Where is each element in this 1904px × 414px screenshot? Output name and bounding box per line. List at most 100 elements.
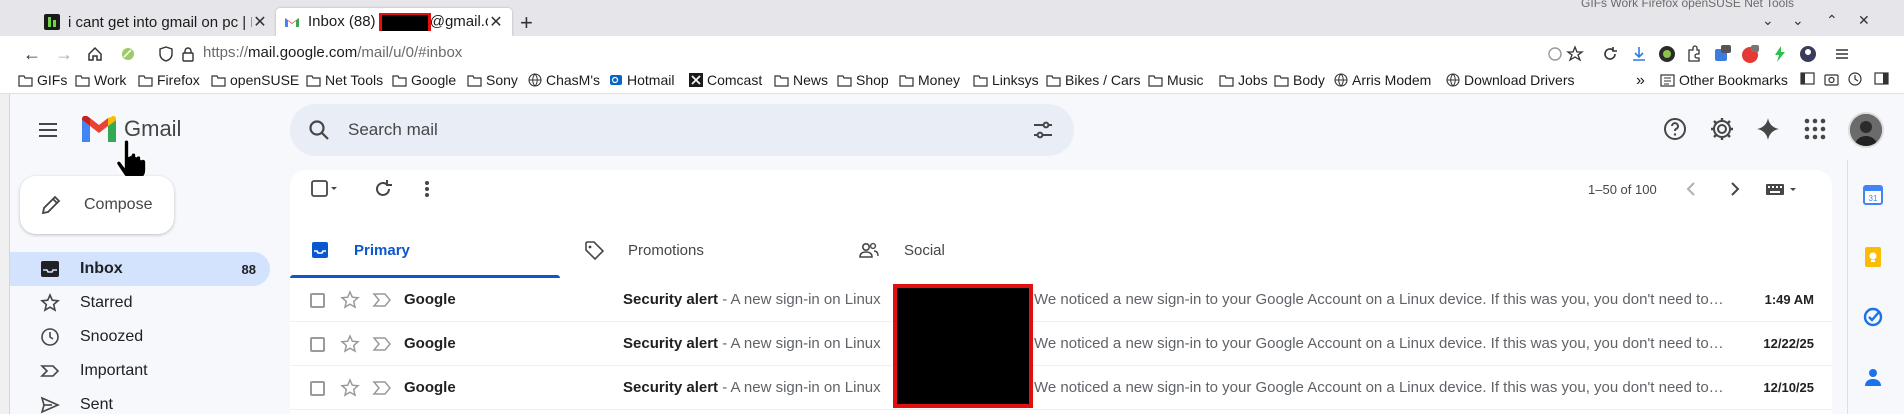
redacted-email [378, 13, 431, 31]
email-subject: Security alert - A new sign-in on Linux [623, 291, 881, 308]
tasks-icon[interactable] [1862, 306, 1884, 328]
url-bar[interactable]: https://mail.google.com/mail/u/0/#inbox [203, 44, 462, 61]
screenshot-icon[interactable] [1824, 72, 1843, 86]
search-icon[interactable] [308, 119, 330, 141]
sidebar-item-inbox[interactable]: Inbox 88 [10, 252, 270, 286]
minimize-icon[interactable]: ⌄ [1792, 12, 1804, 29]
adblock-icon[interactable] [1741, 45, 1759, 63]
bookmark-star-icon[interactable] [1566, 45, 1584, 63]
tab-gmail-inbox[interactable]: Inbox (88) @gmail.co ✕ [276, 8, 512, 36]
history-icon[interactable] [1848, 72, 1866, 86]
close-window-icon[interactable]: ✕ [1858, 12, 1870, 29]
extension-leaf-icon[interactable] [118, 44, 138, 64]
bookmark-folder-news[interactable]: News [774, 72, 828, 88]
sidebar-item-starred[interactable]: Starred [10, 286, 270, 320]
inbox-count: 88 [241, 261, 256, 277]
input-tools-keyboard-icon[interactable] [1764, 178, 1800, 200]
bookmark-folder-money[interactable]: Money [899, 72, 960, 88]
bookmark-folder-linksys[interactable]: Linksys [973, 72, 1039, 88]
bookmark-folder-net-tools[interactable]: Net Tools [306, 72, 383, 88]
bookmark-chasms[interactable]: ChasM's [528, 72, 600, 88]
keep-icon[interactable] [1862, 246, 1884, 268]
important-marker-icon[interactable] [372, 379, 392, 397]
email-row[interactable]: Google Security alert - A new sign-in on… [290, 366, 1832, 410]
bookmark-comcast[interactable]: Comcast [689, 72, 762, 88]
account-icon[interactable] [1799, 45, 1817, 63]
gemini-sparkle-icon[interactable] [1755, 116, 1781, 142]
bookmark-folder-body[interactable]: Body [1274, 72, 1325, 88]
sidebar-item-sent[interactable]: Sent [10, 388, 270, 414]
extension-green-icon[interactable] [1658, 45, 1676, 63]
account-avatar[interactable] [1848, 112, 1884, 148]
extension-badge-icon[interactable] [1713, 45, 1731, 63]
folder-icon [837, 74, 852, 87]
sidebar-toggle-icon[interactable] [1800, 72, 1819, 85]
contacts-icon[interactable] [1862, 366, 1884, 388]
email-row[interactable]: Google Security alert - A new sign-in on… [290, 322, 1832, 366]
row-checkbox[interactable] [310, 337, 325, 352]
tab-support-question[interactable]: i cant get into gmail on pc | F ✕ [36, 8, 276, 36]
more-options-icon[interactable] [416, 178, 438, 200]
reload-icon[interactable] [1601, 45, 1619, 63]
compose-button[interactable]: Compose [20, 176, 174, 234]
google-apps-grid-icon[interactable] [1802, 116, 1828, 142]
star-toggle-icon[interactable] [340, 290, 360, 310]
maximize-icon[interactable]: ⌃ [1826, 12, 1838, 29]
bookmarks-overflow-icon[interactable]: » [1636, 72, 1645, 90]
bookmark-arris-modem[interactable]: Arris Modem [1334, 72, 1431, 88]
lock-icon[interactable] [178, 44, 198, 64]
bookmark-hotmail[interactable]: Hotmail [609, 72, 674, 88]
tab-primary[interactable]: Primary [290, 222, 560, 278]
select-all-checkbox[interactable] [310, 178, 340, 200]
tab-close-icon[interactable]: ✕ [252, 12, 268, 32]
search-options-icon[interactable] [1032, 119, 1054, 141]
globe-icon [1446, 73, 1460, 87]
email-row[interactable]: Google Security alert - A new sign-in on… [290, 278, 1832, 322]
browser-menu-icon[interactable] [1833, 45, 1851, 63]
bookmark-folder-gifs[interactable]: GIFs [18, 72, 67, 88]
newer-page-icon[interactable] [1681, 178, 1701, 200]
tab-social[interactable]: Social [838, 222, 1108, 278]
other-bookmarks[interactable]: Other Bookmarks [1660, 72, 1788, 88]
bookmark-folder-music[interactable]: Music [1148, 72, 1204, 88]
bookmark-download-drivers[interactable]: Download Drivers [1446, 72, 1574, 88]
settings-gear-icon[interactable] [1709, 116, 1735, 142]
bookmark-folder-firefox[interactable]: Firefox [138, 72, 200, 88]
sidebar-item-snoozed[interactable]: Snoozed [10, 320, 270, 354]
refresh-icon[interactable] [372, 178, 394, 200]
sidebar-list-icon[interactable] [1874, 72, 1893, 85]
send-icon [40, 396, 60, 414]
extensions-puzzle-icon[interactable] [1685, 45, 1703, 63]
tab-promotions[interactable]: Promotions [564, 222, 834, 278]
bookmark-folder-shop[interactable]: Shop [837, 72, 889, 88]
search-input[interactable] [348, 104, 988, 156]
extension-lightning-icon[interactable] [1771, 45, 1789, 63]
bookmark-folder-opensuse[interactable]: openSUSE [211, 72, 299, 88]
important-marker-icon[interactable] [372, 291, 392, 309]
bookmark-folder-bikes-cars[interactable]: Bikes / Cars [1046, 72, 1140, 88]
folder-icon [973, 74, 988, 87]
new-tab-icon[interactable]: + [520, 10, 533, 36]
tab-close-icon[interactable]: ✕ [488, 12, 504, 32]
forward-icon[interactable]: → [54, 44, 74, 64]
calendar-icon[interactable]: 31 [1862, 184, 1884, 206]
home-icon[interactable] [85, 44, 105, 64]
shield-icon[interactable] [156, 44, 176, 64]
main-menu-icon[interactable] [36, 118, 60, 142]
star-toggle-icon[interactable] [340, 334, 360, 354]
sidebar-item-important[interactable]: Important [10, 354, 270, 388]
star-toggle-icon[interactable] [340, 378, 360, 398]
downloads-icon[interactable] [1630, 45, 1648, 63]
bookmark-folder-google[interactable]: Google [392, 72, 456, 88]
bookmark-folder-jobs[interactable]: Jobs [1219, 72, 1268, 88]
row-checkbox[interactable] [310, 293, 325, 308]
older-page-icon[interactable] [1725, 178, 1745, 200]
page-permissions-icon[interactable] [1546, 45, 1564, 63]
bookmark-folder-sony[interactable]: Sony [467, 72, 518, 88]
list-all-tabs-icon[interactable]: ⌄ [1762, 12, 1774, 29]
row-checkbox[interactable] [310, 381, 325, 396]
important-marker-icon[interactable] [372, 335, 392, 353]
help-icon[interactable] [1662, 116, 1688, 142]
back-icon[interactable]: ← [22, 44, 42, 64]
bookmark-folder-work[interactable]: Work [75, 72, 126, 88]
